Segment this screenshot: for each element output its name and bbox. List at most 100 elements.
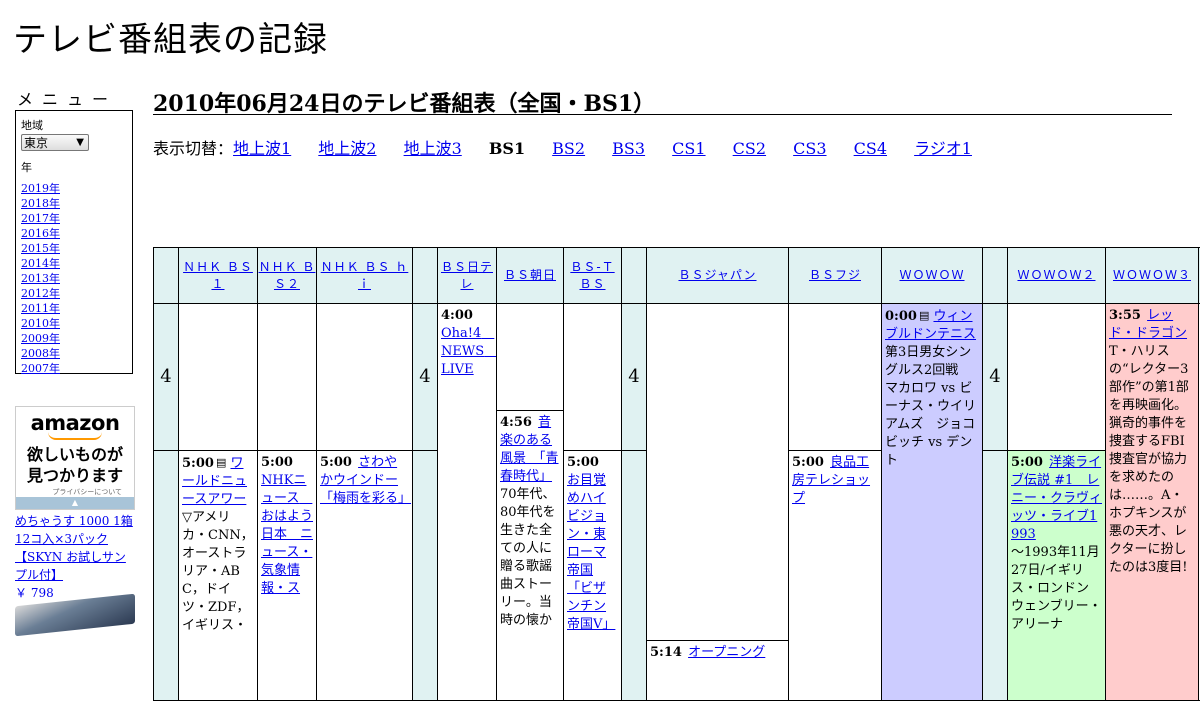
corner-cell	[413, 248, 438, 304]
product-ad: めちゃうす 1000 1箱12コ入×3パック【SKYN お試しサンプル付】 ￥ …	[15, 512, 137, 602]
program-cell: 5:00 NHKニュース おはよう日本 ニュース・気象情報・ス	[258, 451, 317, 701]
empty-slot	[564, 304, 622, 451]
tab-cs2[interactable]: CS2	[733, 139, 766, 158]
year-link-2018[interactable]: 2018年	[21, 196, 127, 211]
tab-cs4[interactable]: CS4	[854, 139, 887, 158]
year-link-2017[interactable]: 2017年	[21, 211, 127, 226]
channel-header: ＢＳ朝日	[497, 248, 564, 304]
program-time: 4:56	[500, 415, 532, 430]
program-info-icon: ▤	[216, 454, 226, 472]
year-link-2009[interactable]: 2009年	[21, 331, 127, 346]
amazon-logo: amazon	[16, 411, 134, 435]
channel-link[interactable]: ＢＳ朝日	[504, 268, 556, 282]
program-description: 第3日男女シングルス2回戦 マカロワ vs ビーナス・ウイリアムズ ジョコビッチ…	[885, 344, 979, 470]
program-cell: 5:00▤ ワールドニュースアワー ▽アメリカ・CNN，オーストラリア・ABC，…	[179, 451, 258, 701]
channel-link[interactable]: ＢＳフジ	[809, 268, 861, 282]
chevron-down-icon: ▼	[76, 135, 84, 151]
channel-link[interactable]: ＷＯＷＯＷ３	[1113, 268, 1191, 282]
empty-slot	[179, 304, 258, 451]
program-description: ～1993年11月27日/イギリス・ロンドン ウェンブリー・アリーナ	[1011, 544, 1102, 634]
channel-link[interactable]: ＢＳジャパン	[678, 268, 756, 282]
program-time: 0:00	[885, 309, 917, 324]
ad-privacy-link[interactable]: プライバシーについて	[16, 487, 134, 497]
channel-header: ＮＨＫ ＢＳ ｈｉ	[317, 248, 413, 304]
ad-copy: 欲しいものが 見つかります	[16, 444, 134, 486]
year-link-2010[interactable]: 2010年	[21, 316, 127, 331]
channel-link[interactable]: ＢＳ日テレ	[441, 260, 493, 291]
channel-header: ＷＯＷＯＷ３	[1106, 248, 1199, 304]
program-cell: 5:00 良品工房テレショップ	[789, 451, 882, 701]
program-description: ▽アメリカ・CNN，オーストラリア・ABC，ドイツ・ZDF，イギリス・	[182, 509, 254, 635]
year-link-2014[interactable]: 2014年	[21, 256, 127, 271]
program-time: 5:14	[650, 645, 682, 660]
region-select[interactable]: 東京 ▼	[21, 134, 89, 151]
tab-bs2[interactable]: BS2	[552, 139, 585, 158]
year-link-2007[interactable]: 2007年	[21, 361, 127, 376]
year-link-2012[interactable]: 2012年	[21, 286, 127, 301]
program-cell: 5:00 さわやかウインドー「梅雨を彩る」	[317, 451, 413, 701]
tab-bs1-current: BS1	[489, 139, 525, 158]
channel-link[interactable]: ＷＯＷＯＷ２	[1017, 268, 1095, 282]
tab-radio1[interactable]: ラジオ1	[914, 139, 972, 158]
hour-label: 4	[622, 304, 647, 451]
corner-cell	[983, 248, 1008, 304]
switch-label: 表示切替：	[153, 139, 233, 158]
amazon-ad-banner[interactable]: amazon 欲しいものが 見つかります プライバシーについて ▲	[15, 406, 135, 510]
program-cell: 5:00 洋楽ライブ伝説 #1 レニー・クラヴィッツ・ライブ1993 ～1993…	[1008, 451, 1106, 701]
year-link-2015[interactable]: 2015年	[21, 241, 127, 256]
empty-slot	[317, 304, 413, 451]
channel-link[interactable]: ＢＳ-ＴＢＳ	[570, 260, 614, 291]
tab-terrestrial2[interactable]: 地上波2	[318, 139, 376, 158]
year-link-2019[interactable]: 2019年	[21, 181, 127, 196]
hour-gutter	[622, 451, 647, 701]
year-link-2016[interactable]: 2016年	[21, 226, 127, 241]
empty-slot	[789, 304, 882, 451]
program-title-link[interactable]: NHKニュース おはよう日本 ニュース・気象情報・ス	[261, 473, 313, 596]
hour-gutter	[154, 451, 179, 701]
channel-header: ＷＯＷＯＷ	[882, 248, 983, 304]
page-heading: 2010年06月24日のテレビ番組表（全国・BS1）	[153, 86, 1172, 115]
product-link[interactable]: めちゃうす 1000 1箱12コ入×3パック【SKYN お試しサンプル付】	[15, 514, 133, 582]
site-title: テレビ番組表の記録	[13, 12, 328, 61]
program-description: T・ハリスの“レクター3部作”の第1部を再映画化。猟奇的事件を捜査するFBI捜査…	[1109, 343, 1195, 577]
channel-group-switcher: 表示切替：地上波1 地上波2 地上波3 BS1 BS2 BS3 CS1 CS2 …	[153, 135, 994, 159]
program-time: 5:00	[1011, 455, 1043, 470]
program-title-link[interactable]: Oha!4 NEWS LIVE	[441, 326, 497, 377]
channel-link[interactable]: ＮＨＫ ＢＳ２	[259, 260, 316, 291]
year-link-2011[interactable]: 2011年	[21, 301, 127, 316]
hour-label: 4	[413, 304, 438, 451]
program-time: 5:00	[567, 455, 599, 470]
schedule-grid: ＮＨＫ ＢＳ１ ＮＨＫ ＢＳ２ ＮＨＫ ＢＳ ｈｉ ＢＳ日テレ ＢＳ朝日 ＢＳ-…	[153, 247, 1200, 701]
product-price: ￥ 798	[15, 586, 54, 600]
channel-link[interactable]: ＮＨＫ ＢＳ１	[183, 260, 253, 291]
menu-panel: 地域 東京 ▼ 年 2019年 2018年 2017年 2016年 2015年 …	[15, 110, 133, 374]
tab-cs3[interactable]: CS3	[793, 139, 826, 158]
tab-terrestrial1[interactable]: 地上波1	[233, 139, 291, 158]
region-label: 地域	[21, 117, 127, 133]
ad-collapse-icon[interactable]: ▲	[16, 497, 134, 509]
hour-gutter	[413, 451, 438, 701]
program-cell: 5:00 お目覚めハイビジョン・東ローマ帝国「ビザンチン帝国V」	[564, 451, 622, 701]
corner-cell	[154, 248, 179, 304]
tab-bs3[interactable]: BS3	[612, 139, 645, 158]
year-link-2013[interactable]: 2013年	[21, 271, 127, 286]
hour-label: 4	[983, 304, 1008, 451]
channel-header: ＢＳ日テレ	[438, 248, 497, 304]
program-time: 5:00	[792, 455, 824, 470]
tab-terrestrial3[interactable]: 地上波3	[404, 139, 462, 158]
channel-header: ＢＳフジ	[789, 248, 882, 304]
program-title-link[interactable]: お目覚めハイビジョン・東ローマ帝国「ビザンチン帝国V」	[567, 473, 615, 632]
year-label: 年	[21, 159, 127, 175]
ad-copy-line1: 欲しいものが	[16, 444, 134, 465]
channel-header: ＮＨＫ ＢＳ１	[179, 248, 258, 304]
empty-slot	[497, 304, 564, 411]
year-link-2008[interactable]: 2008年	[21, 346, 127, 361]
channel-header: ＮＨＫ ＢＳ２	[258, 248, 317, 304]
tab-cs1[interactable]: CS1	[672, 139, 705, 158]
program-title-link[interactable]: オープニング	[688, 645, 765, 660]
channel-header: ＷＯＷＯＷ２	[1008, 248, 1106, 304]
hour-label: 4	[154, 304, 179, 451]
menu-title: メニュー	[17, 86, 117, 110]
channel-link[interactable]: ＷＯＷＯＷ	[899, 268, 964, 282]
channel-link[interactable]: ＮＨＫ ＢＳ ｈｉ	[321, 260, 409, 291]
